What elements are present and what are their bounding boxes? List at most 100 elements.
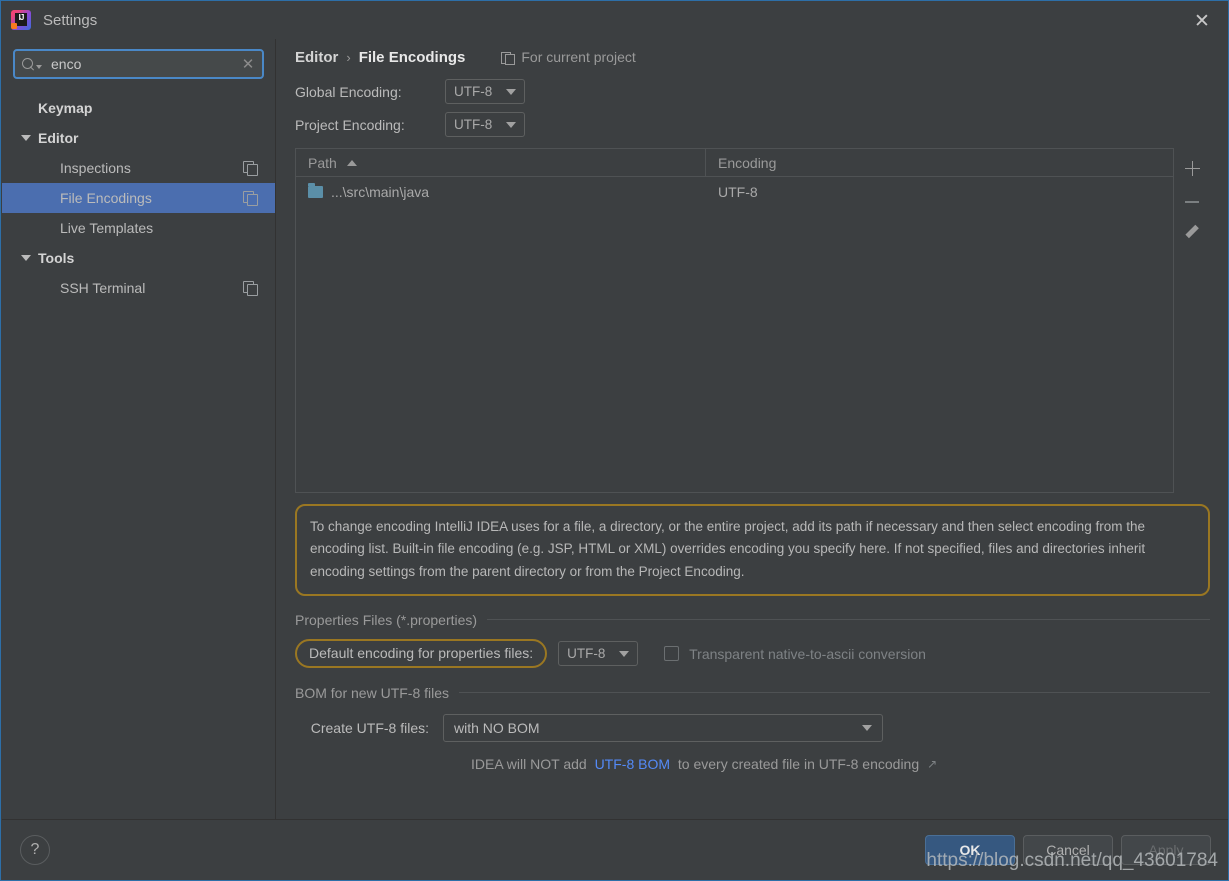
sidebar-item-inspections[interactable]: Inspections (2, 153, 275, 183)
table-body: ...\src\main\java UTF-8 (296, 177, 1173, 207)
dialog-buttons: OK Cancel Apply (925, 834, 1211, 865)
chevron-down-icon (506, 121, 516, 128)
sidebar-item-label: Tools (38, 250, 75, 266)
breadcrumb-separator-icon: › (346, 49, 351, 65)
footer-bar: ? OK Cancel Apply (2, 819, 1228, 879)
folder-icon (308, 183, 323, 198)
chevron-down-icon (506, 88, 516, 95)
table-header: Path Encoding (296, 149, 1173, 177)
sidebar-item-live-templates[interactable]: Live Templates (2, 213, 275, 243)
create-utf8-row: Create UTF-8 files: with NO BOM (295, 713, 1210, 742)
apply-button[interactable]: Apply (1121, 834, 1211, 865)
project-encoding-value: UTF-8 (454, 117, 493, 132)
content-pane: Editor › File Encodings For current proj… (277, 39, 1228, 820)
column-header-path-label: Path (308, 154, 337, 171)
search-icon[interactable] (15, 57, 45, 71)
sidebar-item-tools[interactable]: Tools (2, 243, 275, 273)
bom-section-title: BOM for new UTF-8 files (295, 684, 450, 701)
breadcrumb: Editor › File Encodings For current proj… (277, 39, 1228, 75)
sidebar-item-label: Keymap (38, 100, 93, 116)
minus-icon (1185, 201, 1199, 203)
bom-note-prefix: IDEA will NOT add (471, 755, 587, 772)
breadcrumb-parent[interactable]: Editor (295, 49, 338, 66)
intellij-idea-logo-icon (11, 10, 31, 30)
remove-button[interactable] (1177, 185, 1207, 219)
properties-encoding-select[interactable]: UTF-8 (558, 641, 639, 667)
bom-note: IDEA will NOT add UTF-8 BOM to every cre… (471, 756, 1210, 772)
checkbox-box-icon (664, 646, 680, 662)
table-row[interactable]: ...\src\main\java UTF-8 (296, 177, 1173, 207)
window-title: Settings (43, 11, 98, 29)
sidebar-item-label: Editor (38, 130, 79, 146)
sidebar-item-ssh-terminal[interactable]: SSH Terminal (2, 273, 275, 303)
search-field[interactable]: ✕ (13, 49, 264, 79)
copy-settings-icon[interactable] (243, 191, 258, 206)
project-encoding-label: Project Encoding: (295, 116, 405, 133)
project-scope-icon (501, 51, 516, 65)
table-toolbar (1174, 148, 1210, 493)
settings-dialog: Settings ✕ ✕ Keymap Editor Inspections File… (0, 0, 1229, 881)
chevron-down-icon (862, 724, 872, 731)
column-header-encoding[interactable]: Encoding (706, 149, 1173, 176)
bom-section-header: BOM for new UTF-8 files (295, 685, 1210, 701)
create-utf8-label: Create UTF-8 files: (310, 719, 429, 736)
column-header-path[interactable]: Path (296, 149, 706, 176)
global-encoding-value: UTF-8 (454, 84, 493, 99)
sidebar-item-label: Inspections (60, 160, 131, 176)
sidebar-item-label: SSH Terminal (60, 280, 146, 296)
properties-encoding-row: Default encoding for properties files: U… (295, 639, 1210, 669)
help-button[interactable]: ? (20, 834, 50, 865)
copy-settings-icon[interactable] (243, 281, 258, 296)
breadcrumb-current: File Encodings (358, 48, 466, 66)
sidebar-item-label: Live Templates (60, 220, 154, 236)
close-icon[interactable]: ✕ (1190, 9, 1214, 33)
add-button[interactable] (1177, 151, 1207, 185)
sidebar-item-file-encodings[interactable]: File Encodings (2, 183, 275, 213)
create-utf8-select[interactable]: with NO BOM (443, 713, 883, 742)
native-to-ascii-label: Transparent native-to-ascii conversion (689, 645, 926, 662)
title-bar: Settings ✕ (1, 1, 1228, 39)
create-utf8-value: with NO BOM (454, 719, 540, 736)
file-encodings-panel: Global Encoding: UTF-8 Project Encoding:… (277, 75, 1228, 820)
properties-section-header: Properties Files (*.properties) (295, 612, 1210, 628)
global-encoding-label: Global Encoding: (295, 83, 402, 100)
external-link-icon[interactable]: ↗ (927, 757, 937, 771)
utf8-bom-link[interactable]: UTF-8 BOM (595, 756, 670, 772)
column-header-encoding-label: Encoding (718, 154, 777, 171)
properties-section-title: Properties Files (*.properties) (295, 611, 478, 628)
scope-indicator: For current project (501, 49, 636, 65)
chevron-down-icon[interactable] (18, 255, 34, 261)
pencil-icon (1185, 229, 1200, 244)
cell-path-label: ...\src\main\java (331, 184, 430, 200)
project-encoding-select[interactable]: UTF-8 (445, 112, 525, 137)
global-encoding-row: Global Encoding: UTF-8 (295, 75, 1210, 108)
section-divider (459, 692, 1210, 694)
settings-tree: Keymap Editor Inspections File Encodings Liv… (2, 93, 275, 303)
sidebar-item-editor[interactable]: Editor (2, 123, 275, 153)
cancel-button[interactable]: Cancel (1023, 834, 1113, 865)
cell-encoding: UTF-8 (718, 184, 758, 200)
edit-button[interactable] (1177, 219, 1207, 253)
plus-icon (1184, 160, 1200, 176)
properties-encoding-value: UTF-8 (567, 646, 606, 662)
native-to-ascii-checkbox[interactable]: Transparent native-to-ascii conversion (664, 646, 926, 662)
properties-encoding-label: Default encoding for properties files: (295, 639, 548, 669)
sidebar-item-label: File Encodings (60, 190, 152, 206)
sidebar-item-keymap[interactable]: Keymap (2, 93, 275, 123)
copy-settings-icon[interactable] (243, 161, 258, 176)
sort-ascending-icon (346, 159, 357, 166)
tip-box: To change encoding IntelliJ IDEA uses fo… (295, 504, 1210, 596)
sidebar: ✕ Keymap Editor Inspections File Encodings L… (2, 39, 276, 820)
chevron-down-icon[interactable] (18, 135, 34, 141)
bom-note-suffix: to every created file in UTF-8 encoding (677, 755, 920, 772)
global-encoding-select[interactable]: UTF-8 (445, 79, 525, 104)
scope-label: For current project (521, 49, 636, 65)
section-divider (487, 619, 1210, 621)
ok-button[interactable]: OK (925, 834, 1015, 865)
chevron-down-icon (619, 650, 630, 657)
encodings-table-wrap: Path Encoding ...\src\main\java UTF-8 (295, 148, 1210, 493)
project-encoding-row: Project Encoding: UTF-8 (295, 108, 1210, 141)
encodings-table: Path Encoding ...\src\main\java UTF-8 (295, 148, 1174, 493)
clear-icon[interactable]: ✕ (234, 55, 262, 73)
search-input[interactable] (45, 56, 234, 72)
